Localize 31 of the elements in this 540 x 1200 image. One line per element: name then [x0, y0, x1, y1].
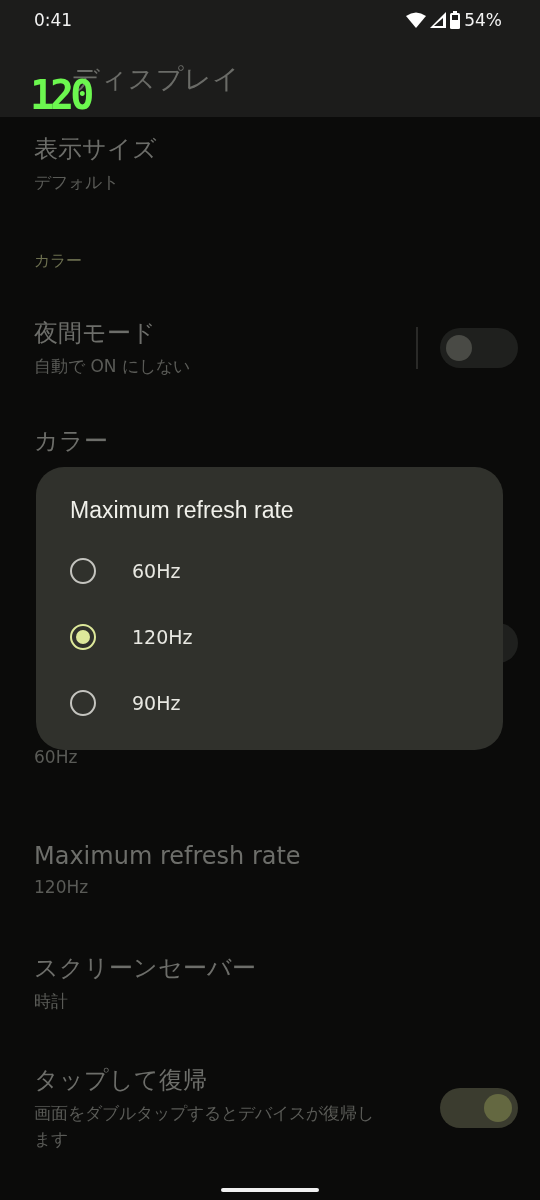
setting-summary: 画面をダブルタップするとデバイスが復帰します — [34, 1102, 374, 1151]
radio-option[interactable]: 90Hz — [70, 670, 503, 736]
settings-row[interactable]: タップして復帰 画面をダブルタップするとデバイスが復帰します — [0, 1039, 540, 1177]
gesture-handle[interactable] — [221, 1188, 319, 1192]
toggle-switch[interactable] — [440, 1088, 518, 1128]
dialog-title: Maximum refresh rate — [70, 497, 295, 524]
radio-button[interactable] — [70, 558, 96, 584]
radio-button[interactable] — [70, 624, 96, 650]
radio-button[interactable] — [70, 690, 96, 716]
radio-option[interactable]: 60Hz — [70, 538, 503, 604]
signal-icon — [430, 12, 447, 28]
section-header: カラー — [34, 251, 82, 270]
setting-title: 表示サイズ — [34, 134, 158, 165]
battery-percent: 54% — [464, 10, 502, 30]
settings-row[interactable]: 表示サイズ デフォルト — [0, 117, 540, 211]
setting-title: タップして復帰 — [34, 1065, 208, 1096]
settings-row[interactable]: Maximum refresh rate 120Hz — [0, 815, 540, 927]
battery-icon — [450, 11, 461, 29]
settings-row[interactable]: スクリーンセーバー 時計 — [0, 927, 540, 1039]
setting-summary: 自動で ON にしない — [34, 355, 191, 378]
setting-title: 夜間モード — [34, 318, 157, 349]
setting-title: Maximum refresh rate — [34, 842, 302, 870]
setting-summary: 120Hz — [34, 876, 90, 899]
radio-option[interactable]: 120Hz — [70, 604, 503, 670]
setting-summary: デフォルト — [34, 171, 120, 194]
wifi-icon — [406, 12, 427, 28]
settings-row[interactable]: 夜間モード 自動で ON にしない — [0, 292, 540, 404]
toggle-switch[interactable] — [440, 328, 518, 368]
setting-summary: 時計 — [34, 990, 69, 1013]
setting-title: スクリーンセーバー — [34, 953, 257, 984]
status-time: 0:41 — [34, 10, 73, 30]
